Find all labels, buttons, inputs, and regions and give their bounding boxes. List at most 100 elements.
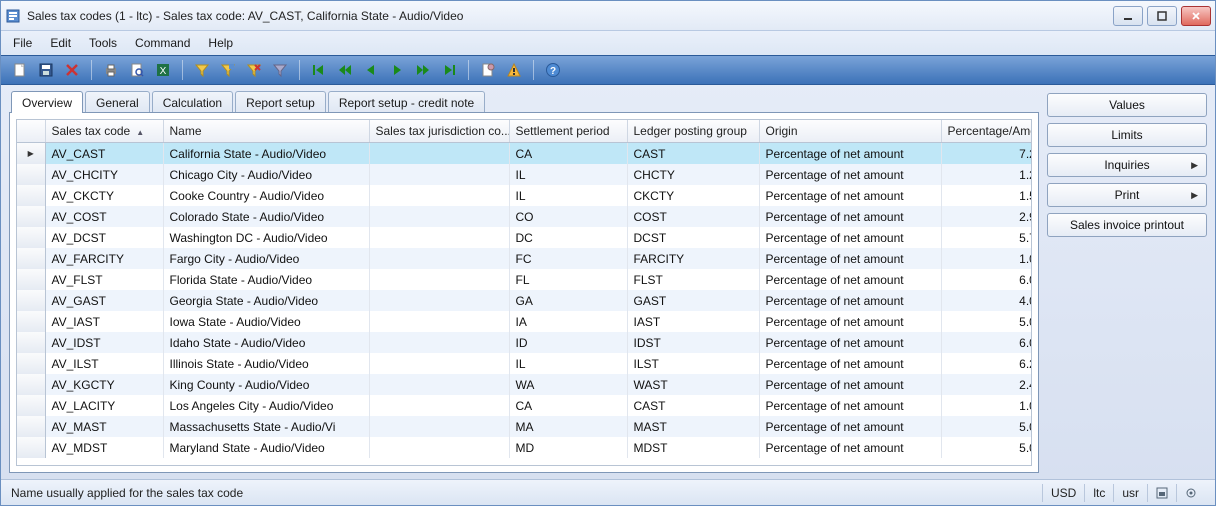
cell-name[interactable]: Massachusetts State - Audio/Vi — [163, 416, 369, 437]
col-header-ledger[interactable]: Ledger posting group — [627, 120, 759, 143]
cell-settle[interactable]: DC — [509, 227, 627, 248]
cell-pct[interactable]: 4.00 — [941, 290, 1031, 311]
row-handle[interactable] — [17, 164, 45, 185]
cell-juris[interactable] — [369, 227, 509, 248]
cell-pct[interactable]: 2.40 — [941, 374, 1031, 395]
cell-origin[interactable]: Percentage of net amount — [759, 416, 941, 437]
row-handle[interactable] — [17, 374, 45, 395]
new-icon[interactable] — [9, 59, 31, 81]
cell-origin[interactable]: Percentage of net amount — [759, 353, 941, 374]
maximize-button[interactable] — [1147, 6, 1177, 26]
cell-ledger[interactable]: CHCTY — [627, 164, 759, 185]
nav-prev-icon[interactable] — [334, 59, 356, 81]
cell-name[interactable]: Fargo City - Audio/Video — [163, 248, 369, 269]
cell-origin[interactable]: Percentage of net amount — [759, 437, 941, 458]
cell-juris[interactable] — [369, 416, 509, 437]
cell-settle[interactable]: CO — [509, 206, 627, 227]
cell-juris[interactable] — [369, 143, 509, 164]
cell-code[interactable]: AV_FLST — [45, 269, 163, 290]
row-handle[interactable] — [17, 143, 45, 164]
cell-origin[interactable]: Percentage of net amount — [759, 164, 941, 185]
nav-next-icon[interactable] — [412, 59, 434, 81]
export-excel-icon[interactable]: X — [152, 59, 174, 81]
cell-settle[interactable]: IA — [509, 311, 627, 332]
tab-general[interactable]: General — [85, 91, 150, 113]
cell-pct[interactable]: 5.00 — [941, 416, 1031, 437]
cell-name[interactable]: Idaho State - Audio/Video — [163, 332, 369, 353]
cell-name[interactable]: California State - Audio/Video — [163, 143, 369, 164]
cell-name[interactable]: Chicago City - Audio/Video — [163, 164, 369, 185]
side-button-print[interactable]: Print▶ — [1047, 183, 1207, 207]
filter-icon[interactable] — [191, 59, 213, 81]
menu-edit[interactable]: Edit — [50, 36, 71, 50]
cell-settle[interactable]: FL — [509, 269, 627, 290]
row-handle[interactable] — [17, 185, 45, 206]
table-row[interactable]: AV_DCSTWashington DC - Audio/VideoDCDCST… — [17, 227, 1031, 248]
cell-code[interactable]: AV_DCST — [45, 227, 163, 248]
cell-ledger[interactable]: MDST — [627, 437, 759, 458]
table-row[interactable]: AV_IASTIowa State - Audio/VideoIAIASTPer… — [17, 311, 1031, 332]
cell-origin[interactable]: Percentage of net amount — [759, 290, 941, 311]
cell-pct[interactable]: 5.00 — [941, 437, 1031, 458]
alert-icon[interactable] — [503, 59, 525, 81]
row-handle[interactable] — [17, 416, 45, 437]
col-header-name[interactable]: Name — [163, 120, 369, 143]
table-row[interactable]: AV_FARCITYFargo City - Audio/VideoFCFARC… — [17, 248, 1031, 269]
cell-name[interactable]: Florida State - Audio/Video — [163, 269, 369, 290]
cell-ledger[interactable]: WAST — [627, 374, 759, 395]
table-row[interactable]: AV_IDSTIdaho State - Audio/VideoIDIDSTPe… — [17, 332, 1031, 353]
cell-pct[interactable]: 6.00 — [941, 332, 1031, 353]
cell-pct[interactable]: 1.25 — [941, 164, 1031, 185]
table-row[interactable]: AV_COSTColorado State - Audio/VideoCOCOS… — [17, 206, 1031, 227]
cell-ledger[interactable]: FARCITY — [627, 248, 759, 269]
table-row[interactable]: AV_MASTMassachusetts State - Audio/ViMAM… — [17, 416, 1031, 437]
cell-name[interactable]: Cooke Country - Audio/Video — [163, 185, 369, 206]
cell-ledger[interactable]: GAST — [627, 290, 759, 311]
help-icon[interactable]: ? — [542, 59, 564, 81]
delete-icon[interactable] — [61, 59, 83, 81]
cell-ledger[interactable]: MAST — [627, 416, 759, 437]
cell-code[interactable]: AV_FARCITY — [45, 248, 163, 269]
cell-pct[interactable]: 5.75 — [941, 227, 1031, 248]
row-handle[interactable] — [17, 353, 45, 374]
menu-command[interactable]: Command — [135, 36, 190, 50]
cell-code[interactable]: AV_COST — [45, 206, 163, 227]
cell-name[interactable]: Georgia State - Audio/Video — [163, 290, 369, 311]
row-handle[interactable] — [17, 206, 45, 227]
cell-pct[interactable]: 7.25 — [941, 143, 1031, 164]
col-header-code[interactable]: Sales tax code — [45, 120, 163, 143]
cell-juris[interactable] — [369, 269, 509, 290]
cell-code[interactable]: AV_CHCITY — [45, 164, 163, 185]
table-row[interactable]: AV_LACITYLos Angeles City - Audio/VideoC… — [17, 395, 1031, 416]
row-handle[interactable] — [17, 269, 45, 290]
cell-pct[interactable]: 6.25 — [941, 353, 1031, 374]
side-button-values[interactable]: Values — [1047, 93, 1207, 117]
save-icon[interactable] — [35, 59, 57, 81]
cell-origin[interactable]: Percentage of net amount — [759, 248, 941, 269]
cell-settle[interactable]: CA — [509, 395, 627, 416]
cell-ledger[interactable]: ILST — [627, 353, 759, 374]
print-preview-icon[interactable] — [126, 59, 148, 81]
menu-help[interactable]: Help — [208, 36, 233, 50]
tab-report-setup-credit-note[interactable]: Report setup - credit note — [328, 91, 485, 113]
cell-pct[interactable]: 6.00 — [941, 269, 1031, 290]
side-button-limits[interactable]: Limits — [1047, 123, 1207, 147]
side-button-sales-invoice-printout[interactable]: Sales invoice printout — [1047, 213, 1207, 237]
table-row[interactable]: AV_CASTCalifornia State - Audio/VideoCAC… — [17, 143, 1031, 164]
side-button-inquiries[interactable]: Inquiries▶ — [1047, 153, 1207, 177]
cell-juris[interactable] — [369, 311, 509, 332]
cell-juris[interactable] — [369, 185, 509, 206]
cell-code[interactable]: AV_GAST — [45, 290, 163, 311]
cell-pct[interactable]: 1.00 — [941, 248, 1031, 269]
table-row[interactable]: AV_MDSTMaryland State - Audio/VideoMDMDS… — [17, 437, 1031, 458]
table-row[interactable]: AV_ILSTIllinois State - Audio/VideoILILS… — [17, 353, 1031, 374]
cell-origin[interactable]: Percentage of net amount — [759, 269, 941, 290]
table-row[interactable]: AV_CKCTYCooke Country - Audio/VideoILCKC… — [17, 185, 1031, 206]
cell-name[interactable]: King County - Audio/Video — [163, 374, 369, 395]
tab-overview[interactable]: Overview — [11, 91, 83, 113]
nav-fwd-icon[interactable] — [386, 59, 408, 81]
cell-name[interactable]: Iowa State - Audio/Video — [163, 311, 369, 332]
menu-file[interactable]: File — [13, 36, 32, 50]
cell-name[interactable]: Los Angeles City - Audio/Video — [163, 395, 369, 416]
tab-report-setup[interactable]: Report setup — [235, 91, 326, 113]
